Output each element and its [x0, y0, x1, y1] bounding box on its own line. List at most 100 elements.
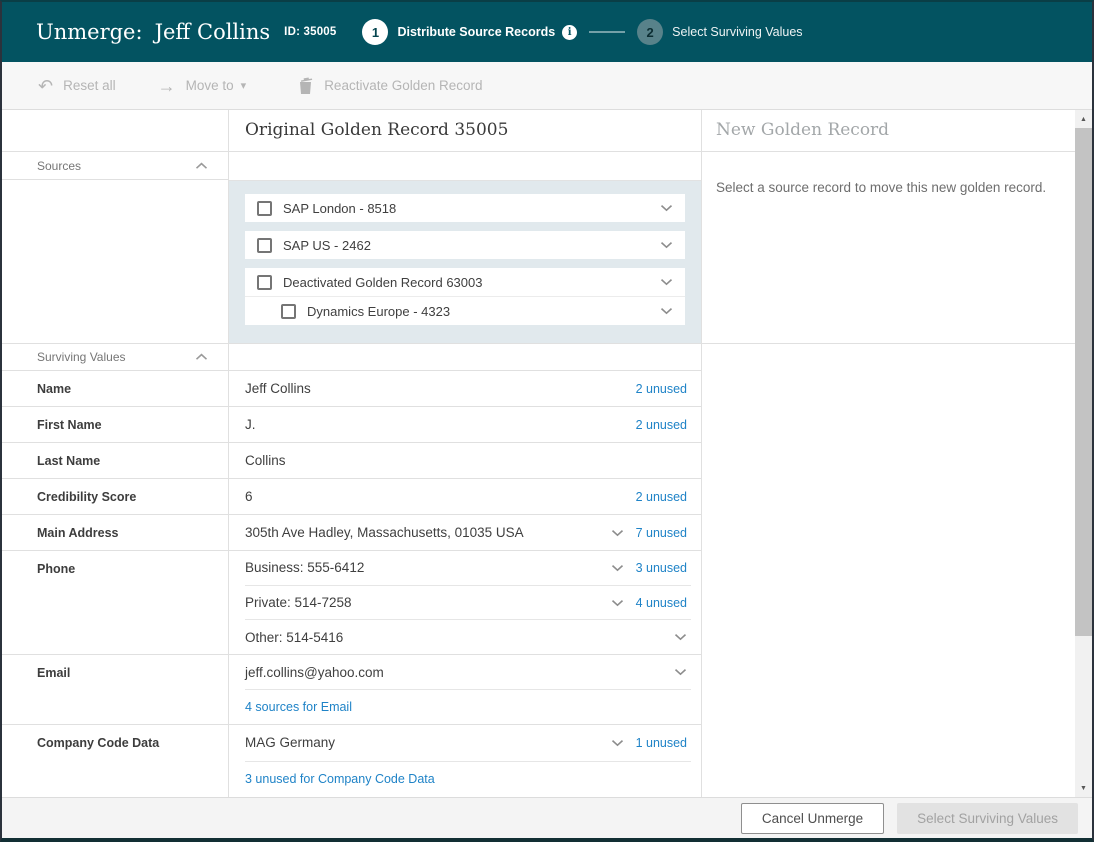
checkbox[interactable] [257, 238, 272, 253]
source-record-label: Deactivated Golden Record 63003 [283, 275, 660, 290]
unused-link[interactable]: 2 unused [636, 490, 687, 504]
value-text: MAG Germany [245, 735, 611, 750]
value-text: Other: 514-5416 [245, 630, 674, 645]
field-label-first-name: First Name [2, 407, 228, 443]
sources-row-spacer [229, 152, 701, 181]
chevron-down-icon[interactable] [611, 739, 624, 747]
new-record-message-block: Select a source record to move this new … [702, 152, 1075, 344]
new-record-message: Select a source record to move this new … [716, 180, 1059, 195]
value-row-phone: Business: 555-6412 4 unused 3 unused Pri… [229, 551, 701, 655]
unused-link[interactable]: 4 unused [636, 596, 687, 610]
value-text: Business: 555-6412 [245, 560, 611, 575]
chevron-down-icon[interactable] [611, 599, 624, 607]
record-id: ID: 35005 [284, 26, 336, 38]
source-record-label: SAP US - 2462 [283, 238, 660, 253]
field-label-main-address: Main Address [2, 515, 228, 551]
chevron-up-icon[interactable] [195, 162, 208, 170]
deactivated-golden-record-card: Deactivated Golden Record 63003 Dynamics… [245, 268, 685, 325]
info-icon[interactable]: i [562, 25, 577, 40]
unused-link[interactable]: 1 unused [636, 736, 687, 750]
source-record-row[interactable]: Deactivated Golden Record 63003 [245, 268, 685, 296]
step-1-circle: 1 [362, 19, 388, 45]
undo-icon: ↶ [38, 77, 53, 95]
sidebar-header-spacer [2, 110, 228, 152]
source-record-row-nested[interactable]: Dynamics Europe - 4323 [245, 297, 685, 325]
wizard-stepper: 1 Distribute Source Records i 2 Select S… [362, 19, 802, 45]
source-record-label: SAP London - 8518 [283, 201, 660, 216]
sources-section-label: Sources [37, 159, 81, 173]
step-2-label: Select Surviving Values [672, 25, 802, 39]
trash-icon [298, 77, 313, 94]
unused-link[interactable]: 7 unused [636, 526, 687, 540]
scroll-down-button[interactable]: ▼ [1075, 779, 1092, 797]
original-column-title: Original Golden Record 35005 [229, 110, 701, 140]
app-header: Unmerge: Jeff Collins ID: 35005 1 Distri… [2, 2, 1092, 62]
reactivate-golden-record-button[interactable]: Reactivate Golden Record [298, 77, 482, 94]
chevron-down-icon[interactable] [660, 278, 673, 286]
value-text: jeff.collins@yahoo.com [245, 665, 674, 680]
record-name: Jeff Collins [155, 20, 271, 44]
source-record-card[interactable]: SAP US - 2462 [245, 231, 685, 259]
sidebar-section-surviving-values[interactable]: Surviving Values [2, 344, 228, 371]
checkbox[interactable] [281, 304, 296, 319]
main-content: Sources Surviving Values Name First Name… [2, 110, 1092, 797]
sidebar: Sources Surviving Values Name First Name… [2, 110, 229, 797]
move-to-button[interactable]: → Move to ▾ [158, 77, 247, 95]
page-title-prefix: Unmerge: [36, 20, 143, 44]
value-row-main-address: 305th Ave Hadley, Massachusetts, 01035 U… [229, 515, 701, 551]
footer-bar: Cancel Unmerge Select Surviving Values [2, 797, 1092, 838]
value-text: J. [245, 417, 624, 432]
chevron-down-icon[interactable] [611, 529, 624, 537]
value-text: 6 [245, 489, 624, 504]
surviving-values-row-spacer [229, 344, 701, 371]
value-row-email: jeff.collins@yahoo.com 4 sources for Ema… [229, 655, 701, 725]
field-label-credibility-score: Credibility Score [2, 479, 228, 515]
field-label-name: Name [2, 371, 228, 407]
source-records-panel: SAP London - 8518 SAP US - 2462 Deactiva… [229, 181, 701, 344]
checkbox[interactable] [257, 201, 272, 216]
chevron-down-icon[interactable] [674, 633, 687, 641]
step-1-label: Distribute Source Records [397, 25, 555, 39]
checkbox[interactable] [257, 275, 272, 290]
source-record-card[interactable]: SAP London - 8518 [245, 194, 685, 222]
unmerge-window: Unmerge: Jeff Collins ID: 35005 1 Distri… [0, 0, 1094, 842]
step-separator-line [589, 31, 625, 33]
cancel-unmerge-button[interactable]: Cancel Unmerge [741, 803, 884, 834]
sidebar-section-sources[interactable]: Sources [2, 152, 228, 180]
unused-company-code-link[interactable]: 3 unused for Company Code Data [245, 772, 435, 786]
step-2-circle: 2 [637, 19, 663, 45]
sources-for-email-link[interactable]: 4 sources for Email [245, 700, 352, 714]
surviving-values-section-label: Surviving Values [37, 350, 126, 364]
unused-link[interactable]: 2 unused [636, 382, 687, 396]
unused-link[interactable]: 2 unused [636, 418, 687, 432]
reset-all-label: Reset all [63, 78, 116, 93]
value-row-company-code-data: MAG Germany 1 unused 3 unused for Compan… [229, 725, 701, 797]
scroll-up-button[interactable]: ▲ [1075, 110, 1092, 128]
field-label-company-code-data: Company Code Data [2, 725, 228, 797]
select-surviving-values-button[interactable]: Select Surviving Values [897, 803, 1078, 834]
reset-all-button[interactable]: ↶ Reset all [38, 77, 116, 95]
chevron-down-icon[interactable] [611, 564, 624, 572]
value-text: Jeff Collins [245, 381, 624, 396]
value-row-last-name: Collins [229, 443, 701, 479]
field-label-phone: Phone [2, 551, 228, 655]
toolbar: ↶ Reset all → Move to ▾ Reactivate Golde… [2, 62, 1092, 110]
field-label-email: Email [2, 655, 228, 725]
chevron-up-icon[interactable] [195, 353, 208, 361]
move-to-label: Move to [186, 78, 234, 93]
chevron-down-icon[interactable] [660, 204, 673, 212]
new-column-header: New Golden Record [702, 110, 1075, 152]
scrollbar-thumb[interactable] [1075, 128, 1092, 636]
new-golden-record-column: New Golden Record Select a source record… [702, 110, 1075, 797]
value-row-credibility-score: 6 2 unused [229, 479, 701, 515]
value-text: Private: 514-7258 [245, 595, 611, 610]
chevron-down-icon[interactable] [660, 307, 673, 315]
chevron-down-icon[interactable] [674, 668, 687, 676]
caret-down-icon: ▾ [241, 79, 247, 92]
value-text: Collins [245, 453, 687, 468]
scrollbar-track[interactable] [1075, 636, 1092, 779]
vertical-scrollbar[interactable]: ▲ ▼ [1075, 110, 1092, 797]
new-column-title: New Golden Record [702, 110, 1075, 140]
chevron-down-icon[interactable] [660, 241, 673, 249]
unused-link[interactable]: 3 unused [636, 561, 687, 575]
